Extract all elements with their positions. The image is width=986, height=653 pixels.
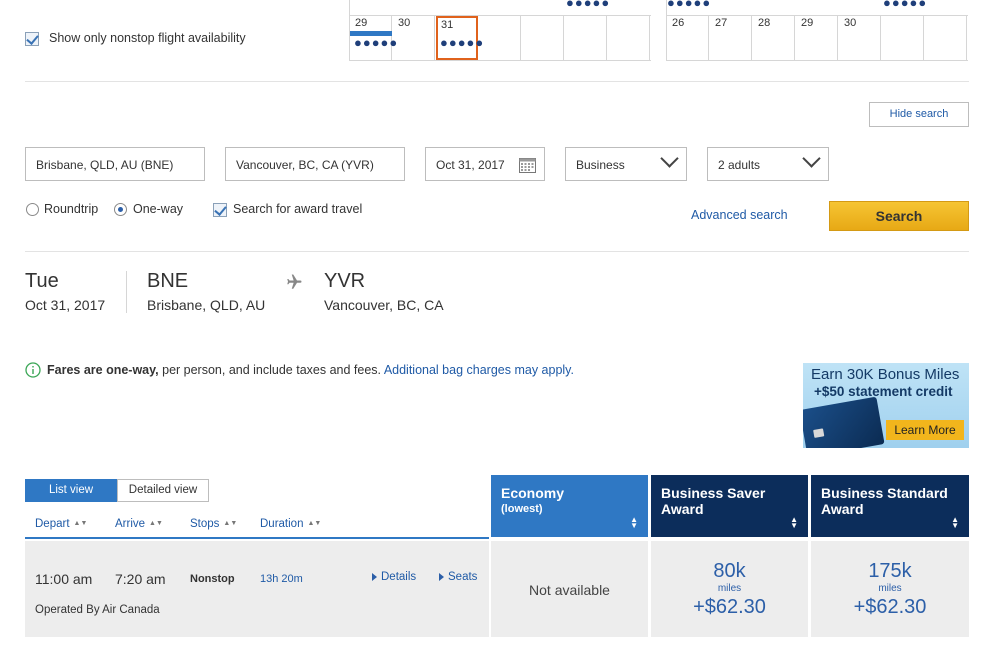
availability-dots: ●●●●● [440, 35, 485, 50]
info-icon [25, 362, 41, 378]
calendar-right: ●●●●● ●●●●● 26 27 28 29 30 [666, 0, 968, 61]
summary-date: Oct 31, 2017 [25, 297, 106, 313]
sort-stops[interactable]: Stops ▲▼ [190, 518, 237, 530]
economy-fare-cell: Not available [491, 541, 648, 637]
sort-icon: ▲▼ [951, 515, 959, 530]
calendar-day[interactable]: 28 [753, 16, 795, 60]
saver-miles: 80k [713, 560, 746, 582]
sort-icon: ▲▼ [149, 520, 163, 528]
calendar-day[interactable]: 29 [796, 16, 838, 60]
card-chip [813, 428, 825, 438]
sort-depart[interactable]: Depart ▲▼ [35, 518, 87, 530]
divider [126, 271, 127, 313]
seats-link[interactable]: Seats [439, 571, 477, 583]
duration-value: 13h 20m [260, 573, 303, 585]
destination-city: Vancouver, BC, CA [324, 297, 444, 313]
fares-note: Fares are one-way, per person, and inclu… [47, 363, 574, 377]
roundtrip-radio[interactable] [26, 203, 39, 216]
calendar-day[interactable] [882, 16, 924, 60]
promo-banner[interactable]: Earn 30K Bonus Miles +$50 statement cred… [803, 363, 969, 448]
availability-dots: ●●●●● [883, 0, 928, 10]
nonstop-checkbox[interactable] [25, 32, 39, 46]
oneway-label: One-way [133, 202, 184, 216]
nonstop-label: Show only nonstop flight availability [49, 31, 246, 45]
saver-tax: +$62.30 [693, 596, 766, 618]
stops-value: Nonstop [190, 573, 235, 585]
oneway-radio[interactable] [114, 203, 127, 216]
passengers-select[interactable]: 2 adults [707, 147, 829, 181]
award-checkbox[interactable] [213, 203, 227, 217]
search-button[interactable]: Search [829, 201, 969, 231]
sort-icon: ▲▼ [630, 515, 638, 530]
business-standard-column-header[interactable]: Business Standard Award ▲ ▼ [811, 475, 969, 537]
standard-miles-unit: miles [878, 583, 902, 594]
chevron-down-icon [802, 149, 821, 168]
origin-input[interactable]: Brisbane, QLD, AU (BNE) [25, 147, 205, 181]
promo-headline: Earn 30K Bonus Miles [811, 366, 960, 383]
business-saver-fare-cell[interactable]: 80k miles +$62.30 [651, 541, 808, 637]
calendar-day[interactable] [608, 16, 650, 60]
hide-search-button[interactable]: Hide search [869, 102, 969, 127]
calendar-day-selected[interactable]: 31 ●●●●● [436, 16, 483, 60]
triangle-right-icon [372, 572, 377, 581]
summary-day: Tue [25, 270, 59, 292]
saver-miles-unit: miles [717, 583, 742, 594]
divider [25, 81, 969, 82]
business-standard-fare-cell[interactable]: 175k miles +$62.30 [811, 541, 969, 637]
arrive-time: 7:20 am [115, 571, 166, 587]
depart-time: 11:00 am [35, 571, 93, 587]
credit-card-image [803, 396, 885, 448]
chevron-down-icon [660, 149, 679, 168]
sort-duration[interactable]: Duration ▲▼ [260, 518, 321, 530]
sort-icon: ▲▼ [307, 520, 322, 528]
calendar-icon[interactable] [519, 156, 536, 173]
list-view-tab[interactable]: List view [25, 479, 117, 502]
header-underline [25, 537, 489, 539]
promo-subline: +$50 statement credit [814, 384, 953, 399]
bag-charges-link[interactable]: Additional bag charges may apply. [384, 363, 574, 377]
calendar-day[interactable]: 26 [667, 16, 709, 60]
sort-icon: ▲▼ [790, 515, 798, 530]
calendar-day[interactable] [925, 16, 967, 60]
calendar-day[interactable]: 29 ●●●●● [350, 16, 397, 60]
details-link[interactable]: Details [372, 571, 416, 583]
availability-dots: ●●●●● [354, 35, 399, 50]
origin-city: Brisbane, QLD, AU [147, 297, 266, 313]
date-input[interactable]: Oct 31, 2017 [425, 147, 545, 181]
calendar-day[interactable] [522, 16, 564, 60]
calendar-day[interactable]: 27 [710, 16, 752, 60]
destination-code: YVR [324, 270, 366, 292]
detailed-view-tab[interactable]: Detailed view [117, 479, 209, 502]
calendar-day[interactable]: 30 [393, 16, 435, 60]
availability-dots: ●●●●● [667, 0, 712, 10]
destination-input[interactable]: Vancouver, BC, CA (YVR) [225, 147, 405, 181]
availability-dots: ●●●●● [566, 0, 611, 10]
flight-row: 11:00 am 7:20 am Nonstop 13h 20m Details… [25, 541, 489, 637]
learn-more-button[interactable]: Learn More [886, 420, 964, 440]
cabin-select[interactable]: Business [565, 147, 687, 181]
triangle-right-icon [439, 572, 444, 581]
operated-by: Operated By Air Canada [35, 604, 160, 616]
roundtrip-label: Roundtrip [44, 202, 99, 216]
sort-arrive[interactable]: Arrive ▲▼ [115, 518, 163, 530]
award-label: Search for award travel [233, 202, 363, 216]
advanced-search-link[interactable]: Advanced search [691, 208, 788, 222]
sort-icon: ▲▼ [73, 520, 88, 528]
calendar-left: ●●●●● 29 ●●●●● 30 31 ●●●●● [349, 0, 651, 61]
calendar-day[interactable] [479, 16, 521, 60]
airplane-icon [287, 274, 302, 289]
sort-icon: ▲▼ [223, 520, 238, 528]
origin-code: BNE [147, 270, 189, 292]
calendar-day[interactable] [565, 16, 607, 60]
standard-miles: 175k [868, 560, 912, 582]
calendar-day[interactable]: 30 [839, 16, 881, 60]
standard-tax: +$62.30 [853, 596, 927, 618]
divider [25, 251, 969, 252]
business-saver-column-header[interactable]: Business Saver Award ▲ ▼ [651, 475, 808, 537]
economy-column-header[interactable]: Economy (lowest) ▲ ▼ [491, 475, 648, 537]
economy-unavailable: Not available [529, 582, 610, 598]
